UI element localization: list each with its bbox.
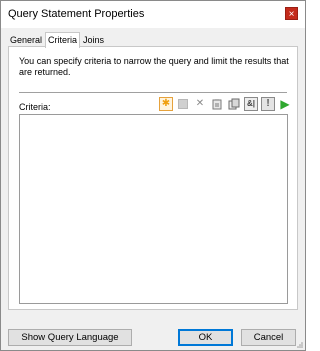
delete-icon[interactable]: ✕ (193, 97, 207, 111)
run-icon[interactable]: ▶ (278, 97, 292, 111)
group-icon[interactable] (227, 97, 241, 111)
clipboard-icon[interactable] (210, 97, 224, 111)
tab-criteria[interactable]: Criteria (45, 32, 81, 48)
show-query-language-button[interactable]: Show Query Language (8, 329, 132, 346)
and-icon[interactable]: &| (244, 97, 258, 111)
criteria-tab-panel: You can specify criteria to narrow the q… (8, 46, 298, 310)
new-criterion-icon[interactable]: ✱ (159, 97, 173, 111)
criterion-properties-icon[interactable] (176, 97, 190, 111)
title-bar: Query Statement Properties × (1, 1, 305, 28)
resize-grip-icon[interactable] (295, 340, 303, 348)
tab-joins[interactable]: Joins (81, 34, 106, 46)
criteria-description: You can specify criteria to narrow the q… (19, 56, 289, 77)
ok-button[interactable]: OK (178, 329, 233, 346)
query-statement-properties-dialog: Query Statement Properties × General Cri… (0, 0, 306, 351)
cancel-button[interactable]: Cancel (241, 329, 296, 346)
not-icon[interactable]: ! (261, 97, 275, 111)
criteria-toolbar: ✱ ✕ &| ! ▶ (159, 97, 292, 111)
criteria-list-box[interactable] (19, 114, 288, 304)
criteria-label: Criteria: (19, 102, 51, 112)
separator (19, 92, 287, 93)
tab-general[interactable]: General (8, 34, 44, 46)
dialog-title: Query Statement Properties (8, 8, 145, 20)
close-button[interactable]: × (285, 7, 298, 20)
